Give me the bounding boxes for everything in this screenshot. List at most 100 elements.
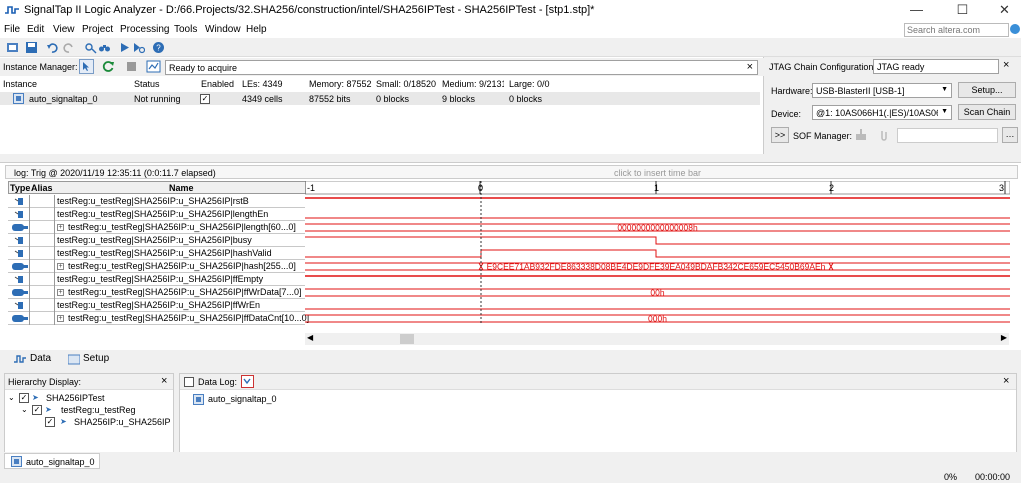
instance-enabled-checkbox[interactable]: ✓	[200, 94, 210, 104]
signal-row[interactable]: + testReg:u_testReg|SHA256IP:u_SHA256IP|f…	[8, 286, 305, 299]
col-les[interactable]: LEs: 4349	[242, 79, 283, 89]
help-icon[interactable]: ?	[152, 41, 165, 54]
search-input[interactable]: Search altera.com	[904, 23, 1009, 37]
jtag-label: JTAG Chain Configuration:	[769, 62, 876, 72]
expand-bus-icon[interactable]: +	[57, 315, 64, 322]
node-finder-icon[interactable]	[84, 41, 97, 54]
scan-chain-button[interactable]: Scan Chain	[958, 104, 1016, 120]
hierarchy-item[interactable]: SHA256IPTest	[46, 393, 105, 403]
horizontal-scrollbar[interactable]: ◀ ▶	[305, 333, 1009, 345]
device-select[interactable]: @1: 10AS066H1(.|ES)/10AS066 ▼	[812, 105, 952, 120]
maximize-button[interactable]: ☐	[940, 0, 985, 21]
signal-row[interactable]: testReg:u_testReg|SHA256IP:u_SHA256IP|bu…	[8, 234, 305, 247]
signal-row[interactable]: + testReg:u_testReg|SHA256IP:u_SHA256IP|h…	[8, 260, 305, 273]
menu-help[interactable]: Help	[246, 24, 267, 35]
menu-tools[interactable]: Tools	[174, 24, 197, 35]
setup-button[interactable]: Setup...	[958, 82, 1016, 98]
hierarchy-checkbox[interactable]: ✓	[19, 393, 29, 403]
signal-alias-cell	[30, 260, 55, 273]
col-small[interactable]: Small: 0/185200	[376, 79, 436, 89]
col-large[interactable]: Large: 0/0	[509, 79, 550, 89]
save-icon[interactable]	[25, 41, 38, 54]
autorun-icon[interactable]	[101, 59, 116, 74]
col-medium[interactable]: Medium: 9/2131	[442, 79, 504, 89]
globe-icon[interactable]	[1010, 24, 1020, 34]
scroll-left-icon[interactable]: ◀	[307, 333, 313, 342]
menu-project[interactable]: Project	[82, 24, 113, 35]
browse-button[interactable]: …	[1002, 127, 1018, 143]
time-bar-hint[interactable]: click to insert time bar	[614, 168, 701, 178]
data-log-close-icon[interactable]: ×	[1003, 375, 1009, 387]
menu-file[interactable]: File	[4, 24, 20, 35]
data-log-checkbox[interactable]	[184, 377, 194, 387]
signal-row[interactable]: + testReg:u_testReg|SHA256IP:u_SHA256IP|f…	[8, 312, 309, 325]
redo-icon[interactable]	[62, 41, 75, 54]
expand-bus-icon[interactable]: +	[57, 224, 64, 231]
sof-file-input[interactable]	[897, 128, 998, 143]
hardware-select[interactable]: USB-BlasterII [USB-1] ▼	[812, 83, 952, 98]
log-label: log: Trig @ 2020/11/19 12:35:11 (0:0:11.…	[14, 168, 216, 178]
signal-type-icon	[8, 286, 30, 299]
col-name[interactable]: Name	[169, 183, 194, 193]
bottom-tab[interactable]: auto_signaltap_0	[4, 453, 100, 469]
hierarchy-item[interactable]: SHA256IP:u_SHA256IP	[74, 417, 171, 427]
menu-window[interactable]: Window	[205, 24, 241, 35]
signal-alias-cell	[30, 208, 55, 221]
col-enabled[interactable]: Enabled	[201, 79, 234, 89]
signal-type-icon	[8, 312, 30, 325]
undo-icon[interactable]	[46, 41, 59, 54]
waveform-canvas[interactable]: -1 0 1 2 3 0000000000000008h E9CEE71AB932FDE86…	[305, 181, 1010, 331]
collapse-icon[interactable]: ⌄	[8, 393, 15, 402]
col-status[interactable]: Status	[134, 79, 160, 89]
new-icon[interactable]	[6, 41, 19, 54]
col-type[interactable]: Type	[10, 183, 30, 193]
collapse-icon[interactable]: ⌄	[21, 405, 28, 414]
signal-row[interactable]: testReg:u_testReg|SHA256IP:u_SHA256IP|ha…	[8, 247, 305, 260]
signal-row[interactable]: + testReg:u_testReg|SHA256IP:u_SHA256IP|l…	[8, 221, 305, 234]
stop-icon[interactable]	[124, 59, 139, 74]
signal-row[interactable]: testReg:u_testReg|SHA256IP:u_SHA256IP|ff…	[8, 273, 305, 286]
window-title: SignalTap II Logic Analyzer - D:/66.Proj…	[24, 4, 595, 16]
node-arrow-icon: ➤	[60, 417, 67, 426]
time-tick-label: 2	[829, 183, 834, 193]
expand-button[interactable]: >>	[771, 127, 789, 143]
col-memory[interactable]: Memory: 87552	[309, 79, 372, 89]
pointer-icon[interactable]	[79, 59, 94, 74]
menu-view[interactable]: View	[53, 24, 75, 35]
time-tick-label: 3	[999, 183, 1004, 193]
menu-edit[interactable]: Edit	[27, 24, 44, 35]
tab-data-label: Data	[30, 353, 52, 364]
read-data-icon[interactable]	[146, 59, 161, 74]
attach-icon[interactable]	[877, 128, 891, 142]
col-instance[interactable]: Instance	[3, 79, 37, 89]
scroll-right-icon[interactable]: ▶	[1001, 333, 1007, 342]
close-button[interactable]: ✕	[982, 0, 1021, 21]
signal-row[interactable]: testReg:u_testReg|SHA256IP:u_SHA256IP|rs…	[8, 195, 305, 208]
node-arrow-icon: ➤	[45, 405, 52, 414]
data-log-label: Data Log:	[198, 377, 238, 387]
jtag-close-icon[interactable]: ×	[1003, 59, 1009, 71]
minimize-button[interactable]: —	[894, 0, 939, 21]
scroll-thumb[interactable]	[400, 334, 414, 344]
log-sort-icon[interactable]	[241, 375, 254, 388]
instance-manager-bar: Instance Manager: Ready to acquire ×	[0, 58, 764, 76]
data-log-item[interactable]: auto_signaltap_0	[208, 394, 277, 404]
expand-bus-icon[interactable]: +	[57, 289, 64, 296]
hierarchy-checkbox[interactable]: ✓	[32, 405, 42, 415]
signal-row[interactable]: testReg:u_testReg|SHA256IP:u_SHA256IP|ff…	[8, 299, 305, 312]
instance-status-close-icon[interactable]: ×	[747, 61, 753, 73]
hierarchy-checkbox[interactable]: ✓	[45, 417, 55, 427]
run-analysis-icon[interactable]	[118, 41, 131, 54]
program-device-icon[interactable]	[854, 128, 868, 142]
binoculars-icon[interactable]	[98, 41, 111, 54]
instance-icon	[193, 394, 204, 405]
signal-alias-cell	[30, 299, 55, 312]
autorun-analysis-icon[interactable]	[132, 41, 145, 54]
menu-processing[interactable]: Processing	[120, 24, 169, 35]
expand-bus-icon[interactable]: +	[57, 263, 64, 270]
hierarchy-close-icon[interactable]: ×	[161, 375, 167, 387]
signal-type-icon	[8, 221, 30, 234]
col-alias[interactable]: Alias	[31, 183, 53, 193]
signal-row[interactable]: testReg:u_testReg|SHA256IP:u_SHA256IP|le…	[8, 208, 305, 221]
hierarchy-item[interactable]: testReg:u_testReg	[61, 405, 136, 415]
